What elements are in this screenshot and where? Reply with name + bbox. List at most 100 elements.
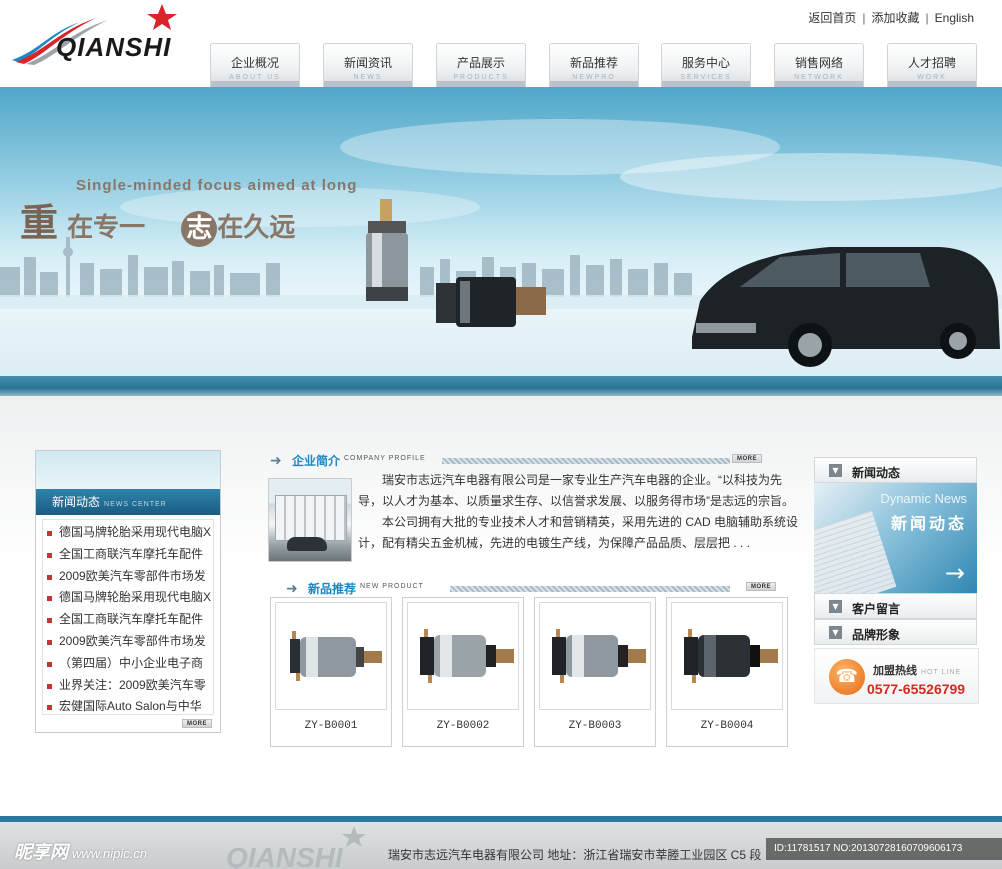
new-product-title: 新品推荐 xyxy=(308,582,357,596)
nav-services[interactable]: 服务中心 SERVICES xyxy=(661,43,751,87)
product-image[interactable] xyxy=(539,602,651,710)
product-image[interactable] xyxy=(275,602,387,710)
triangle-down-icon: ▼ xyxy=(829,600,842,613)
news-more-button[interactable]: MORE xyxy=(182,719,212,728)
product-name[interactable]: ZY-B0003 xyxy=(535,720,655,732)
hotline-label-cn: 加盟热线 xyxy=(873,665,917,677)
company-para-2: 本公司拥有大批的专业技术人才和营销精英，采用先进的 CAD 电脑辅助系统设计，配… xyxy=(358,515,799,550)
solenoid-icon xyxy=(290,631,382,681)
slogan-char-zhi: 志 xyxy=(181,210,218,247)
nav-label-en: NETWORK xyxy=(794,74,844,81)
news-item[interactable]: （第四届）中小企业电子商 xyxy=(43,653,213,675)
hotline-label-en: HOT LINE xyxy=(921,669,962,676)
news-item[interactable]: 德国马牌轮胎采用现代电脑X xyxy=(43,587,213,609)
nav-label: 产品展示 xyxy=(456,56,505,70)
company-more-button[interactable]: MORE xyxy=(732,454,762,463)
nav-about[interactable]: 企业概况 ABOUT US xyxy=(210,43,300,87)
product-name[interactable]: ZY-B0001 xyxy=(271,720,391,732)
separator: | xyxy=(862,11,866,25)
product-image[interactable] xyxy=(407,602,519,710)
company-building-image xyxy=(268,478,352,562)
nav-label-en: NEWS xyxy=(353,74,383,81)
car-icon xyxy=(287,537,327,551)
hotline-number: 0577-65526799 xyxy=(867,681,966,697)
section-bar xyxy=(442,458,730,464)
slogan-char-zhong: 重 xyxy=(20,201,59,245)
nav-label: 销售网络 xyxy=(794,56,843,70)
news-item[interactable]: 宏健国际Auto Salon与中华 xyxy=(43,696,213,718)
footer-address: 瑞安市志远汽车电器有限公司 地址：浙江省瑞安市莘塍工业园区 C5 段 xyxy=(388,848,762,862)
news-box-title-cn: 新闻动态 xyxy=(52,495,101,509)
nav-label: 企业概况 xyxy=(230,56,279,70)
right-news-tab[interactable]: ▼ 新闻动态 xyxy=(814,457,977,483)
nav-label-en: ABOUT US xyxy=(229,74,281,81)
footer-logo-text: QIANSHI xyxy=(226,842,343,869)
company-profile-header: ➜ 企业简介 COMPANY PROFILE MORE xyxy=(270,451,770,469)
news-item[interactable]: 全国工商联汽车摩托车配件 xyxy=(43,544,213,566)
nav-newpro[interactable]: 新品推荐 NEWPRO xyxy=(549,43,639,87)
solenoid-icon xyxy=(684,629,778,683)
product-name[interactable]: ZY-B0004 xyxy=(667,720,787,732)
phone-icon: ☎ xyxy=(829,659,865,695)
nav-label-en: WORK xyxy=(917,74,947,81)
watermark-brand: 昵享网 xyxy=(14,842,68,862)
slogan-part-2: 在久远 xyxy=(217,213,296,243)
product-card[interactable]: ZY-B0002 xyxy=(402,597,524,747)
newspaper-icon xyxy=(814,510,897,593)
company-para-1: 瑞安市志远汽车电器有限公司是一家专业生产汽车电器的企业。“以科技为先导，以人才为… xyxy=(358,473,794,508)
solenoid-icon xyxy=(552,629,646,683)
product-card[interactable]: ZY-B0001 xyxy=(270,597,392,747)
building-icon xyxy=(275,495,347,541)
logo[interactable]: QIANSHI xyxy=(10,2,180,66)
product-name[interactable]: ZY-B0002 xyxy=(403,720,523,732)
watermark: 昵享网 www.nipic.cn xyxy=(14,838,147,864)
news-item[interactable]: 2009欧美汽车零部件市场发 xyxy=(43,631,213,653)
dynamic-news-banner[interactable]: Dynamic News 新闻动态 → xyxy=(814,483,977,593)
nav-news[interactable]: 新闻资讯 NEWS xyxy=(323,43,413,87)
nav-label: 人才招聘 xyxy=(907,56,956,70)
right-feedback-tab[interactable]: ▼ 客户留言 xyxy=(814,593,977,619)
news-item[interactable]: 2009欧美汽车零部件市场发 xyxy=(43,566,213,588)
logo-text: QIANSHI xyxy=(56,32,172,62)
image-id-badge: ID:11781517 NO:20130728160709606173 xyxy=(766,838,1002,860)
news-item[interactable]: 全国工商联汽车摩托车配件 xyxy=(43,609,213,631)
news-list: 德国马牌轮胎采用现代电脑X 全国工商联汽车摩托车配件 2009欧美汽车零部件市场… xyxy=(42,519,214,715)
news-box-top xyxy=(36,451,220,489)
triangle-down-icon: ▼ xyxy=(829,464,842,477)
car-image-icon xyxy=(692,247,1000,367)
arrow-right-icon: ➜ xyxy=(286,581,298,597)
product-image[interactable] xyxy=(671,602,783,710)
dynamic-news-en: Dynamic News xyxy=(880,491,967,506)
banner-bottom-stripe xyxy=(0,376,1002,396)
new-product-more-button[interactable]: MORE xyxy=(746,582,776,591)
add-favorite-link[interactable]: 添加收藏 xyxy=(872,11,920,25)
hero-banner: Single-minded focus aimed at long 重 在专一 … xyxy=(0,87,1002,376)
nav-label: 服务中心 xyxy=(681,56,730,70)
news-box: 新闻动态 NEWS CENTER 德国马牌轮胎采用现代电脑X 全国工商联汽车摩托车… xyxy=(35,450,221,733)
news-item[interactable]: 德国马牌轮胎采用现代电脑X xyxy=(43,522,213,544)
nav-label: 新品推荐 xyxy=(569,56,618,70)
slogan-part-1: 在专一 xyxy=(67,213,146,243)
section-bar xyxy=(450,586,730,592)
company-title: 企业简介 xyxy=(292,454,341,468)
nav-work[interactable]: 人才招聘 WORK xyxy=(887,43,977,87)
arrow-right-icon: ➜ xyxy=(270,453,282,469)
new-product-header: ➜ 新品推荐 NEW PRODUCT MORE xyxy=(286,579,786,597)
nav-label: 新闻资讯 xyxy=(343,56,392,70)
home-link[interactable]: 返回首页 xyxy=(808,11,856,25)
top-links: 返回首页 | 添加收藏 | English xyxy=(808,9,974,26)
right-brand-tab[interactable]: ▼ 品牌形象 xyxy=(814,619,977,645)
product-card[interactable]: ZY-B0004 xyxy=(666,597,788,747)
dynamic-news-cn: 新闻动态 xyxy=(890,514,967,533)
hotline-box: ☎ 加盟热线 HOT LINE 0577-65526799 xyxy=(814,648,979,704)
nav-label-en: PRODUCTS xyxy=(453,74,509,81)
product-card[interactable]: ZY-B0003 xyxy=(534,597,656,747)
nav-products[interactable]: 产品展示 PRODUCTS xyxy=(436,43,526,87)
company-title-en: COMPANY PROFILE xyxy=(344,455,426,462)
nav-network[interactable]: 销售网络 NETWORK xyxy=(774,43,864,87)
english-link[interactable]: English xyxy=(935,11,974,25)
news-box-title-en: NEWS CENTER xyxy=(104,501,167,508)
news-item[interactable]: 业界关注：2009欧美汽车零 xyxy=(43,675,213,697)
right-news-label: 新闻动态 xyxy=(852,466,901,480)
slogan-chinese: 重 在专一 志在久远 xyxy=(20,192,295,247)
